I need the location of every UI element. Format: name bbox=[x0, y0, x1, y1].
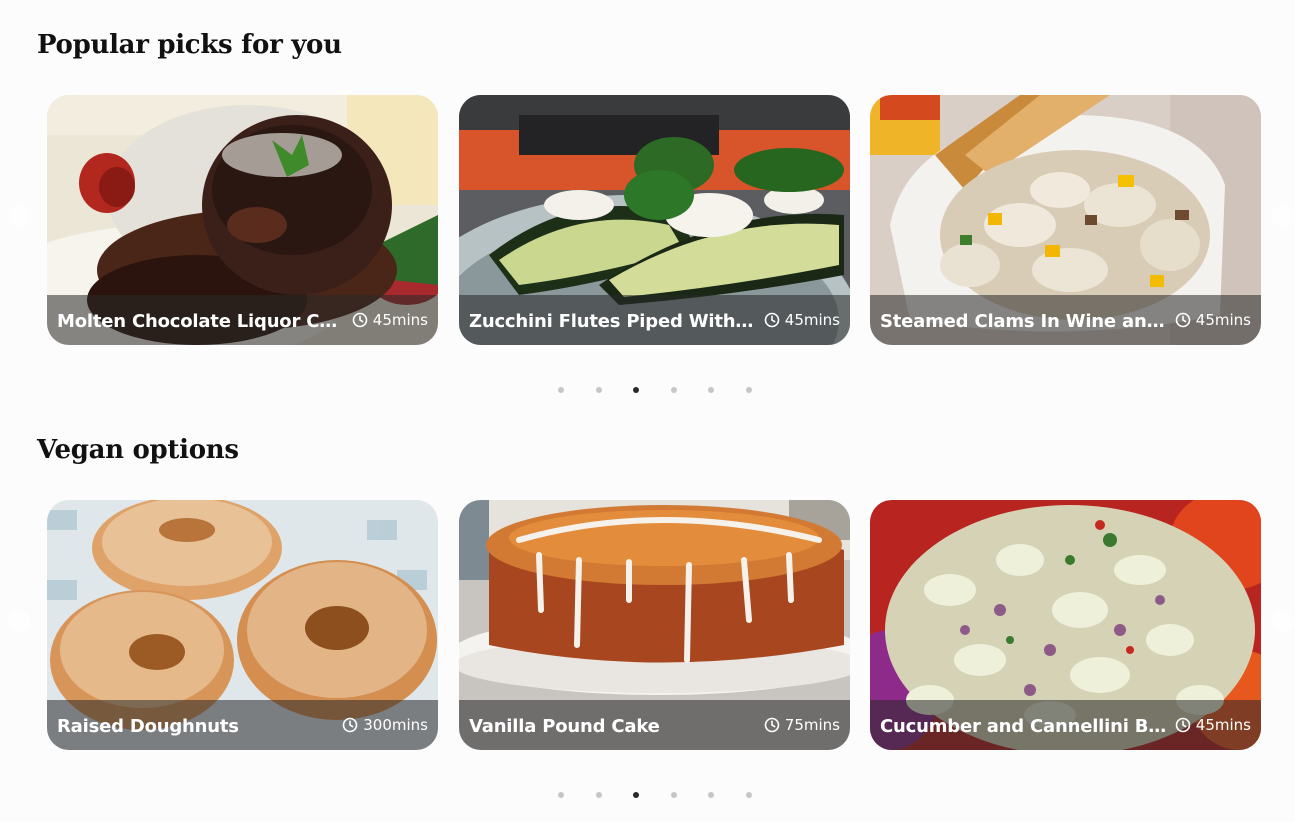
pagination-dot[interactable] bbox=[558, 792, 564, 798]
clock-icon bbox=[1175, 312, 1191, 328]
recipe-name: Cucumber and Cannellini Bean Salad bbox=[880, 715, 1169, 737]
recipe-card[interactable]: Zucchini Flutes Piped With Goat Cheese 4… bbox=[459, 95, 850, 345]
pagination-dot[interactable] bbox=[708, 387, 714, 393]
clock-icon bbox=[1175, 717, 1191, 733]
recipe-card[interactable]: Steamed Clams In Wine and Garlic 45mins bbox=[870, 95, 1261, 345]
carousel-pagination bbox=[0, 387, 1295, 397]
recipe-time: 75mins bbox=[764, 716, 840, 734]
section-title-popular-picks: Popular picks for you bbox=[37, 30, 342, 60]
recipe-time: 300mins bbox=[342, 716, 428, 734]
recipe-info-bar: Raised Doughnuts 300mins bbox=[47, 700, 438, 750]
recipe-info-bar: Molten Chocolate Liquor Cakes 45mins bbox=[47, 295, 438, 345]
carousel-next-button[interactable] bbox=[1271, 610, 1293, 632]
recipe-info-bar: Cucumber and Cannellini Bean Salad 45min… bbox=[870, 700, 1261, 750]
carousel-next-button[interactable] bbox=[1271, 205, 1293, 227]
recipe-time-label: 45mins bbox=[784, 311, 840, 329]
carousel-prev-button[interactable] bbox=[8, 610, 30, 632]
recipe-name: Molten Chocolate Liquor Cakes bbox=[57, 310, 346, 332]
pagination-dot-active[interactable] bbox=[633, 792, 639, 798]
recipe-time-label: 75mins bbox=[784, 716, 840, 734]
pagination-dot[interactable] bbox=[596, 792, 602, 798]
carousel-popular-picks: Molten Chocolate Liquor Cakes 45mins Zuc… bbox=[0, 95, 1295, 345]
clock-icon bbox=[764, 312, 780, 328]
carousel-pagination bbox=[0, 792, 1295, 802]
pagination-dot[interactable] bbox=[746, 387, 752, 393]
recipe-card[interactable]: Cucumber and Cannellini Bean Salad 45min… bbox=[870, 500, 1261, 750]
recipe-time-label: 45mins bbox=[1195, 716, 1251, 734]
recipe-info-bar: Zucchini Flutes Piped With Goat Cheese 4… bbox=[459, 295, 850, 345]
recipe-time-label: 45mins bbox=[372, 311, 428, 329]
recipe-time: 45mins bbox=[352, 311, 428, 329]
pagination-dot[interactable] bbox=[708, 792, 714, 798]
clock-icon bbox=[352, 312, 368, 328]
clock-icon bbox=[764, 717, 780, 733]
recipe-time: 45mins bbox=[1175, 311, 1251, 329]
recipe-name: Raised Doughnuts bbox=[57, 715, 239, 737]
carousel-prev-button[interactable] bbox=[8, 205, 30, 227]
recipe-card[interactable]: Raised Doughnuts 300mins bbox=[47, 500, 438, 750]
pagination-dot[interactable] bbox=[671, 387, 677, 393]
recipe-name: Vanilla Pound Cake bbox=[469, 715, 660, 737]
recipe-card[interactable]: Molten Chocolate Liquor Cakes 45mins bbox=[47, 95, 438, 345]
recipe-time-label: 45mins bbox=[1195, 311, 1251, 329]
recipe-card[interactable]: Vanilla Pound Cake 75mins bbox=[459, 500, 850, 750]
recipe-time-label: 300mins bbox=[363, 716, 428, 734]
carousel-vegan-options: Raised Doughnuts 300mins Vanilla Pound C… bbox=[0, 500, 1295, 750]
recipe-info-bar: Vanilla Pound Cake 75mins bbox=[459, 700, 850, 750]
recipe-time: 45mins bbox=[764, 311, 840, 329]
pagination-dot[interactable] bbox=[671, 792, 677, 798]
recipe-info-bar: Steamed Clams In Wine and Garlic 45mins bbox=[870, 295, 1261, 345]
clock-icon bbox=[342, 717, 358, 733]
pagination-dot[interactable] bbox=[746, 792, 752, 798]
pagination-dot-active[interactable] bbox=[633, 387, 639, 393]
section-title-vegan-options: Vegan options bbox=[37, 435, 239, 465]
recipe-name: Steamed Clams In Wine and Garlic bbox=[880, 310, 1169, 332]
pagination-dot[interactable] bbox=[558, 387, 564, 393]
pagination-dot[interactable] bbox=[596, 387, 602, 393]
recipe-time: 45mins bbox=[1175, 716, 1251, 734]
recipe-name: Zucchini Flutes Piped With Goat Cheese bbox=[469, 310, 758, 332]
